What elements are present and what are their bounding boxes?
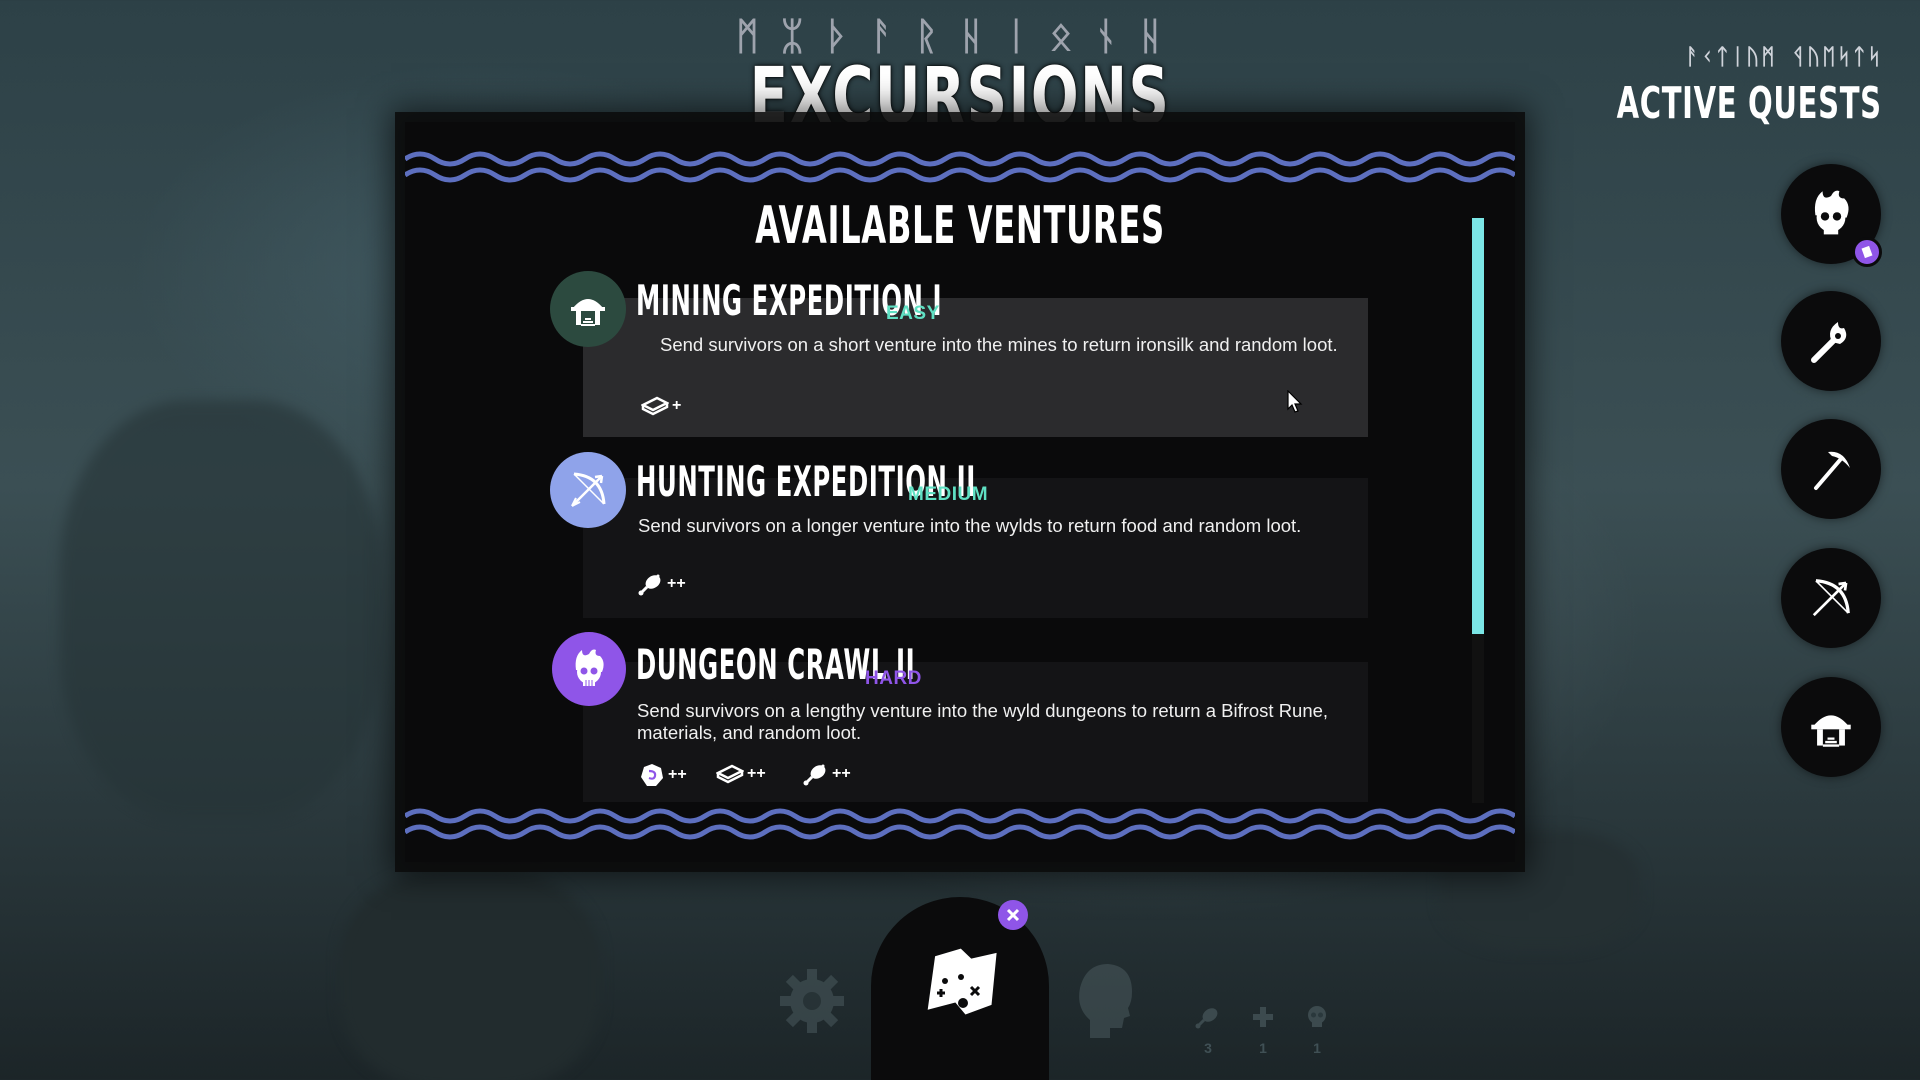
reward-amount: ++ [747, 765, 766, 782]
mine-icon [1811, 715, 1851, 747]
background-shape [60, 400, 380, 820]
difficulty-badge: MEDIUM [908, 484, 989, 505]
active-quest-pickaxe-button[interactable] [1781, 419, 1881, 519]
close-button[interactable] [998, 900, 1028, 930]
stat-value: 1 [1313, 1040, 1321, 1056]
head-icon [1079, 964, 1132, 1038]
reward: + [641, 396, 681, 416]
mine-icon [550, 271, 626, 347]
stat-value: 3 [1204, 1040, 1212, 1056]
nav-settings-button[interactable] [774, 963, 850, 1044]
map-icon [927, 948, 997, 1015]
active-quests-title: ACTIVE QUESTS [1616, 78, 1882, 129]
reward-amount: ++ [668, 766, 687, 783]
reward: ++ [716, 764, 766, 784]
flaming-skull-icon [1814, 190, 1849, 235]
gear-icon [780, 969, 844, 1033]
stat-deaths: 1 [1302, 1005, 1332, 1056]
nav-survivors-button[interactable] [1070, 958, 1140, 1049]
reward-amount: ++ [667, 575, 686, 592]
health-cross-icon [1253, 1007, 1273, 1027]
wave-border-bottom [405, 808, 1515, 840]
reward: ++ [639, 762, 687, 788]
quest-description: Send survivors on a short venture into t… [660, 334, 1338, 355]
quest-description: Send survivors on a longer venture into … [638, 515, 1302, 536]
stat-food: 3 [1193, 1005, 1223, 1056]
stat-health: 1 [1248, 1005, 1278, 1056]
background-shape [340, 870, 600, 1080]
difficulty-badge: EASY [886, 303, 940, 324]
ingot-icon [641, 396, 669, 416]
active-quests-runes: ᚨᚲᛏᛁᚢᛗ ᛩᚢᛖᛋᛏᛋ [1685, 45, 1883, 70]
bow-icon [550, 452, 626, 528]
panel-title: AVAILABLE VENTURES [755, 196, 1165, 256]
meat-icon [638, 574, 661, 596]
active-quest-mining-button[interactable] [1781, 677, 1881, 777]
active-quest-torch-button[interactable] [1781, 291, 1881, 391]
reward-amount: + [672, 397, 682, 414]
pickaxe-icon [1814, 451, 1850, 490]
scrollbar-thumb[interactable] [1472, 218, 1484, 634]
quest-description: Send survivors on a lengthy venture into… [637, 700, 1329, 743]
reward-amount: ++ [832, 765, 851, 782]
torch-icon [1811, 322, 1847, 363]
reward: ++ [803, 762, 851, 786]
skull-icon [1308, 1006, 1326, 1027]
rune-icon [641, 764, 663, 786]
wave-border-top [405, 151, 1515, 183]
close-icon [1006, 908, 1020, 922]
ingot-icon [716, 764, 744, 784]
reward: ++ [638, 572, 686, 596]
active-quest-hunting-button[interactable] [1781, 548, 1881, 648]
difficulty-badge: HARD [865, 668, 922, 689]
active-quest-badge [1852, 237, 1882, 267]
meat-icon [1195, 1008, 1218, 1029]
meat-icon [803, 764, 826, 786]
bow-icon [1812, 579, 1850, 617]
mouse-cursor-icon [1287, 390, 1303, 413]
flaming-skull-icon [552, 632, 626, 706]
stat-value: 1 [1259, 1040, 1267, 1056]
scroll-icon [1861, 245, 1873, 259]
